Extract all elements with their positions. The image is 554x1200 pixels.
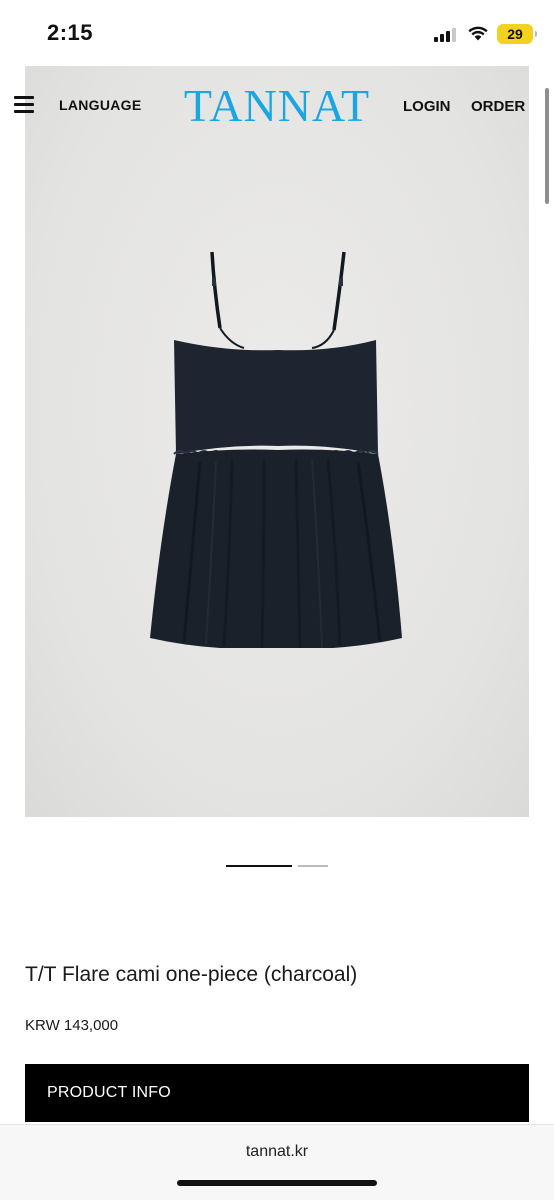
hamburger-menu-icon[interactable] [14,96,34,114]
product-page: 2:15 29 LANGUAGE TANNAT LOGIN ORDER T/T … [0,0,554,1200]
battery-level: 29 [507,26,523,42]
browser-address-bar[interactable]: tannat.kr [0,1124,554,1200]
language-button[interactable]: LANGUAGE [59,97,142,113]
url-text: tannat.kr [245,1143,309,1160]
status-bar: 2:15 29 [0,0,554,66]
home-indicator[interactable] [177,1180,377,1186]
brand-logo[interactable]: TANNAT [182,80,372,132]
signal-icon [434,28,458,42]
wifi-icon [468,26,488,41]
product-price: KRW 143,000 [25,1017,119,1034]
status-time: 2:15 [47,20,94,45]
gallery-indicator[interactable] [298,865,328,867]
product-title: T/T Flare cami one-piece (charcoal) [25,963,358,986]
product-info-button[interactable]: PRODUCT INFO [25,1064,529,1122]
product-info-label: PRODUCT INFO [47,1084,171,1101]
login-button[interactable]: LOGIN [403,98,451,115]
order-button[interactable]: ORDER [471,98,525,115]
scrollbar[interactable] [545,88,549,204]
battery-icon: 29 [497,24,537,44]
gallery-indicator-active[interactable] [226,865,292,867]
dress-image [150,251,402,648]
